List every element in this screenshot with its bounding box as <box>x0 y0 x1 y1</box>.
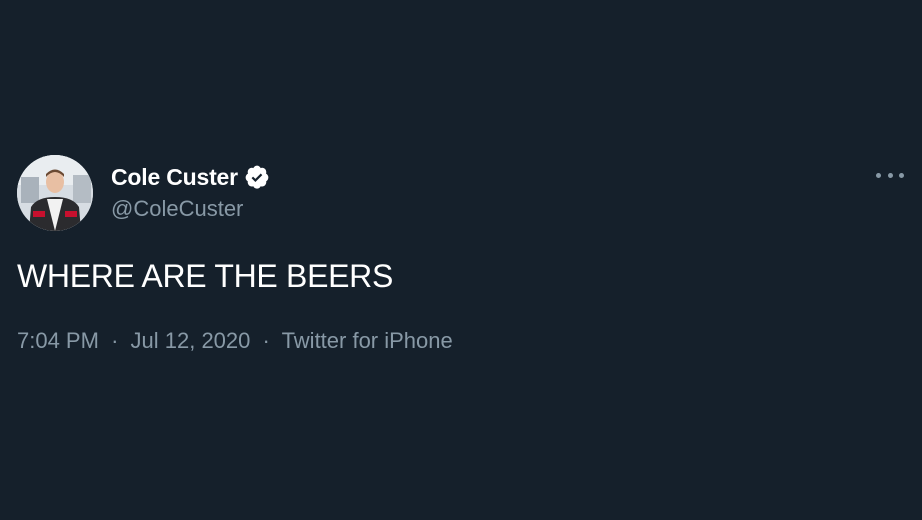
avatar[interactable] <box>17 155 93 231</box>
tweet-date[interactable]: Jul 12, 2020 <box>131 328 251 353</box>
more-options-button[interactable] <box>876 165 904 185</box>
author-display-name[interactable]: Cole Custer <box>111 164 238 191</box>
more-horizontal-icon <box>899 172 904 178</box>
tweet-time[interactable]: 7:04 PM <box>17 328 99 353</box>
verified-badge-icon <box>244 164 270 190</box>
profile-photo-icon <box>17 155 93 231</box>
tweet-text: WHERE ARE THE BEERS <box>17 258 394 294</box>
more-horizontal-icon <box>876 172 881 178</box>
more-horizontal-icon <box>887 172 893 178</box>
tweet-meta: 7:04 PM · Jul 12, 2020 · Twitter for iPh… <box>17 328 453 354</box>
meta-separator: · <box>262 328 270 353</box>
meta-separator: · <box>111 328 119 353</box>
author-handle[interactable]: @ColeCuster <box>111 196 243 222</box>
tweet-card: Cole Custer @ColeCuster WHERE ARE THE BE… <box>0 0 922 520</box>
tweet-source[interactable]: Twitter for iPhone <box>282 328 453 353</box>
author-name-row[interactable]: Cole Custer <box>111 162 270 192</box>
